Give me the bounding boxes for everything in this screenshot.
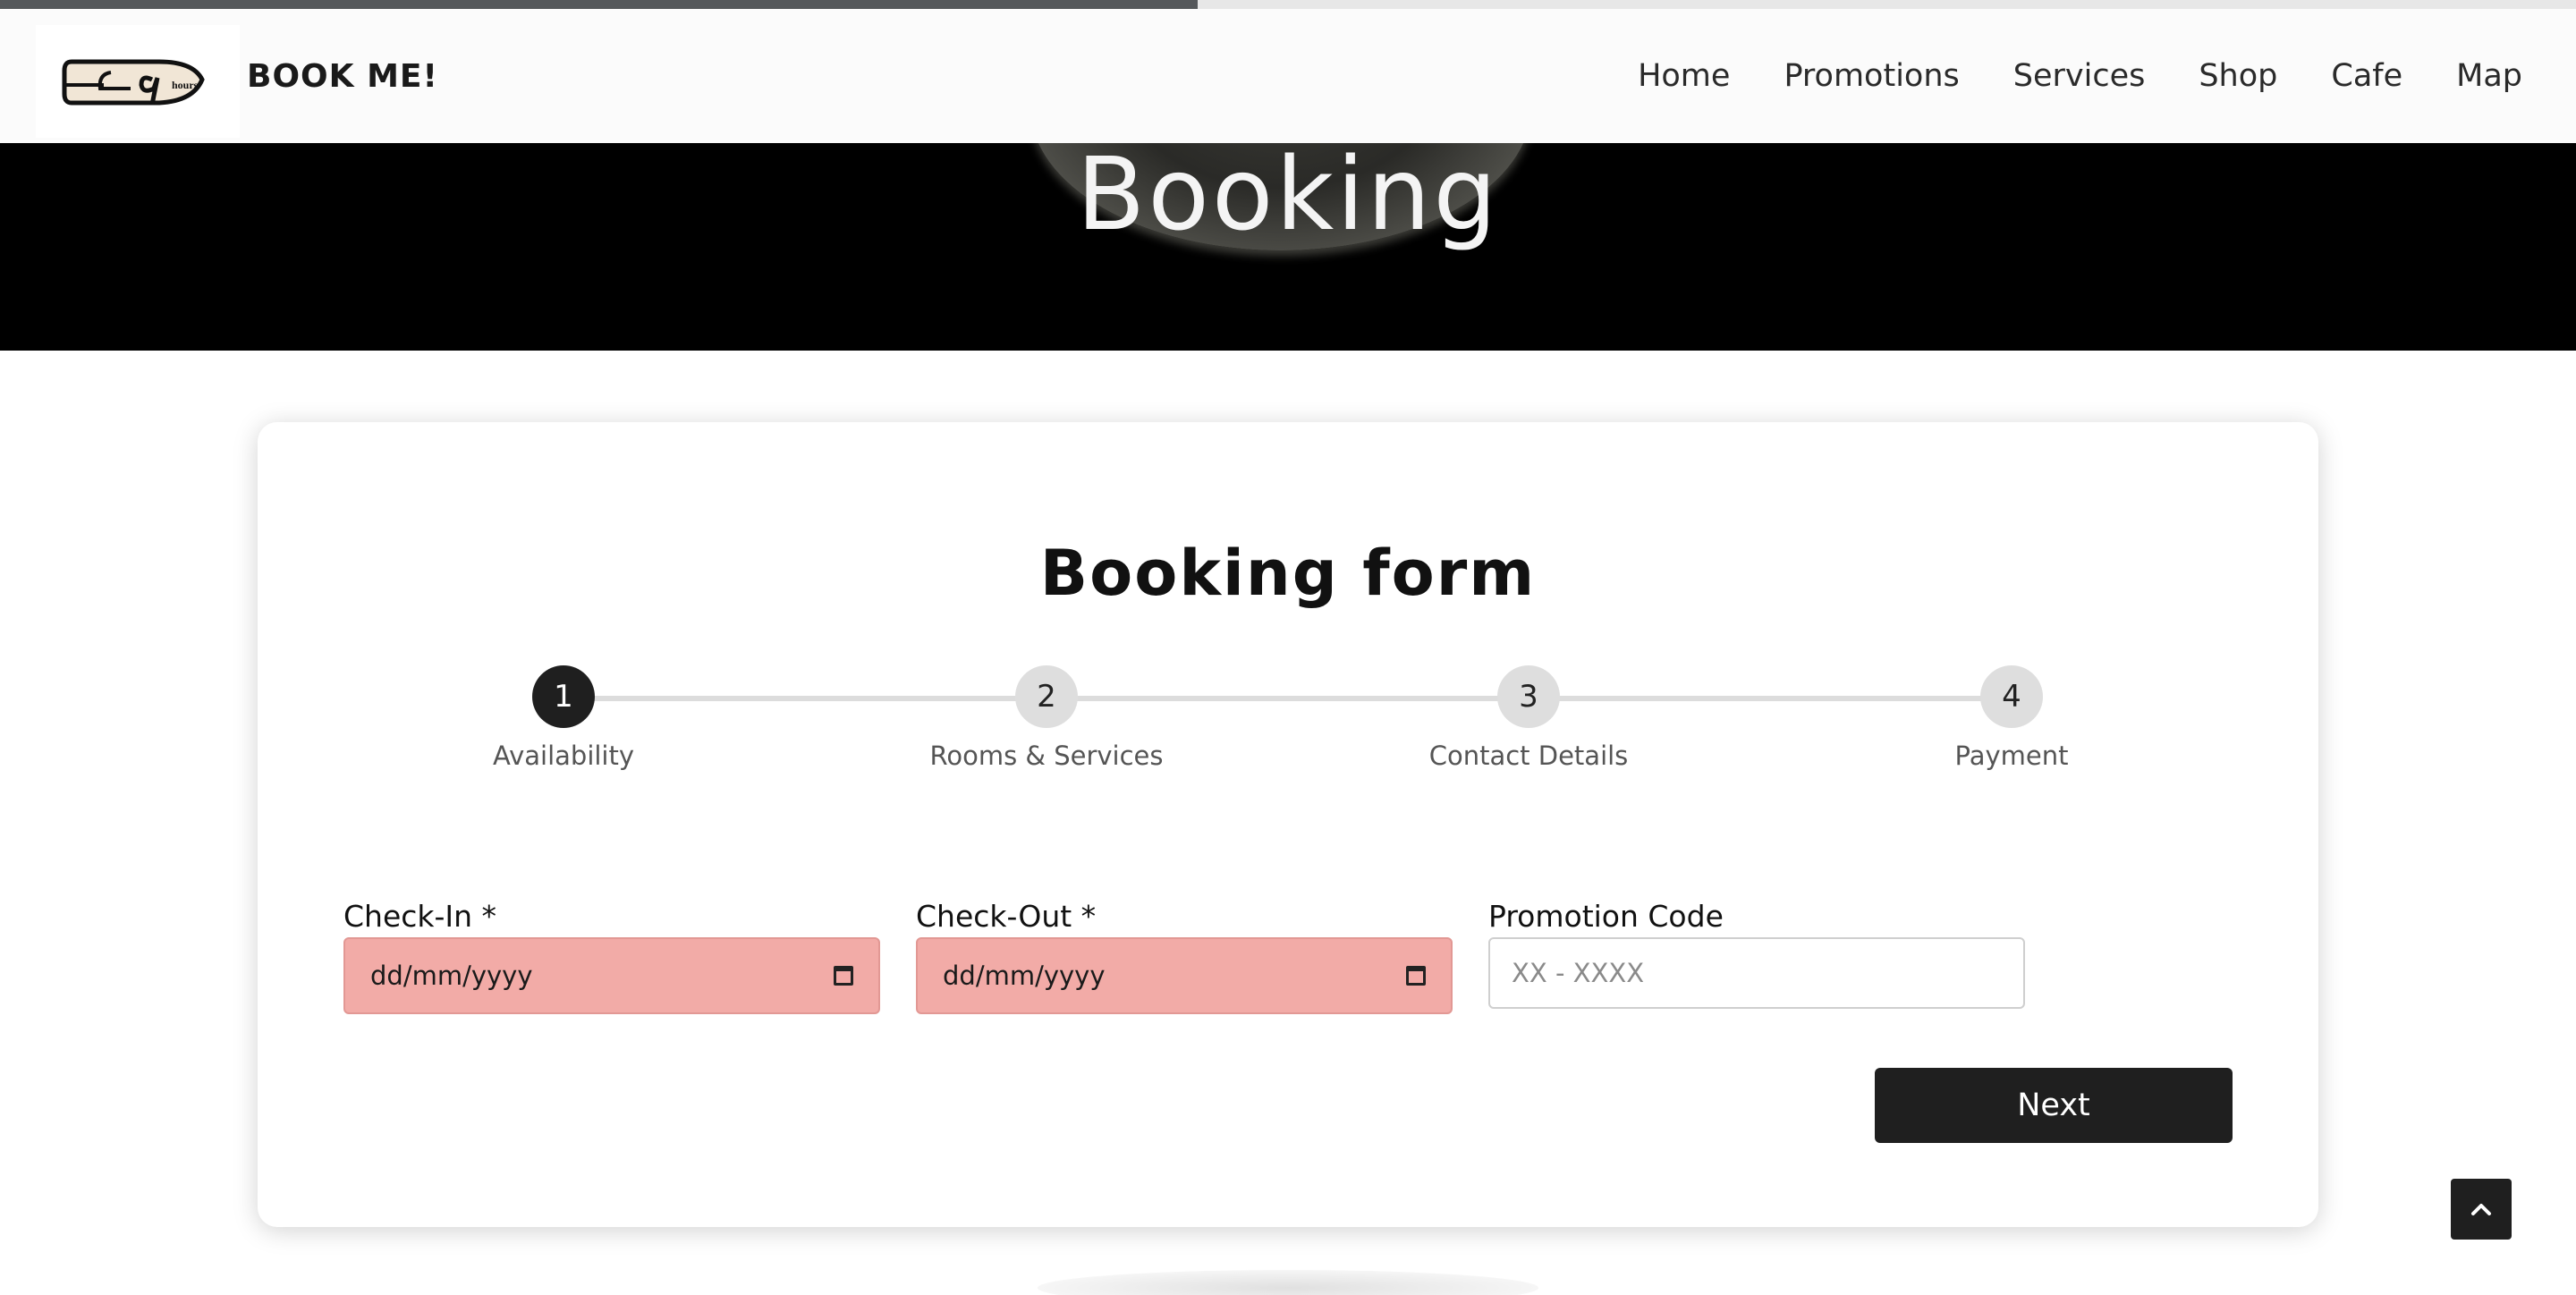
site-header: hours BOOK ME! Home Promotions Services … [0, 9, 2576, 143]
svg-text:hours: hours [172, 79, 199, 91]
hero-title: Booking [1076, 137, 1500, 253]
step-label: Payment [1954, 741, 2069, 771]
promo-code-field-group: Promotion Code [1488, 896, 2025, 1009]
calendar-icon[interactable] [1406, 966, 1426, 986]
booking-form-card: Booking form 1 Availability 2 Rooms & Se… [258, 422, 2318, 1227]
promo-code-box [1488, 937, 2025, 1009]
nav-services[interactable]: Services [2013, 58, 2146, 94]
nav-promotions[interactable]: Promotions [1784, 58, 1959, 94]
nav-map[interactable]: Map [2456, 58, 2522, 94]
brand-name[interactable]: BOOK ME! [247, 9, 438, 143]
check-in-value: dd/mm/yyyy [370, 961, 533, 991]
step-number: 3 [1497, 665, 1560, 728]
check-out-field-group: Check-Out * dd/mm/yyyy [916, 896, 1453, 1014]
check-out-label: Check-Out * [916, 899, 1097, 934]
next-button[interactable]: Next [1875, 1068, 2233, 1143]
scroll-progress-fill [0, 0, 1199, 9]
check-in-date-input[interactable]: dd/mm/yyyy [343, 937, 880, 1014]
nav-cafe[interactable]: Cafe [2331, 58, 2402, 94]
nav-home[interactable]: Home [1638, 58, 1730, 94]
main-nav: Home Promotions Services Shop Cafe Map [1638, 9, 2522, 143]
check-in-label: Check-In * [343, 899, 497, 934]
check-in-field-group: Check-In * dd/mm/yyyy [343, 896, 880, 1014]
check-out-value: dd/mm/yyyy [943, 961, 1106, 991]
step-label: Rooms & Services [929, 741, 1164, 771]
capsule-hours-logo-icon: hours [62, 59, 205, 106]
stepper-track [564, 696, 2016, 701]
chevron-up-icon [2471, 1204, 2491, 1215]
step-contact-details[interactable]: 3 Contact Details [1394, 665, 1663, 771]
step-availability[interactable]: 1 Availability [429, 665, 698, 771]
booking-form-title: Booking form [1039, 537, 1537, 610]
calendar-icon[interactable] [834, 966, 853, 986]
decorative-shadow [1038, 1270, 1538, 1295]
step-number: 2 [1015, 665, 1078, 728]
logo[interactable]: hours [36, 25, 240, 138]
promo-code-label: Promotion Code [1488, 899, 1724, 934]
step-rooms-services[interactable]: 2 Rooms & Services [912, 665, 1181, 771]
scroll-progress-bar [0, 0, 2576, 9]
step-number: 1 [532, 665, 595, 728]
nav-shop[interactable]: Shop [2199, 58, 2277, 94]
back-to-top-button[interactable] [2451, 1179, 2512, 1240]
step-label: Availability [492, 741, 635, 771]
step-label: Contact Details [1428, 741, 1629, 771]
step-number: 4 [1980, 665, 2043, 728]
step-payment[interactable]: 4 Payment [1877, 665, 2146, 771]
promo-code-input[interactable] [1512, 958, 2002, 988]
check-out-date-input[interactable]: dd/mm/yyyy [916, 937, 1453, 1014]
